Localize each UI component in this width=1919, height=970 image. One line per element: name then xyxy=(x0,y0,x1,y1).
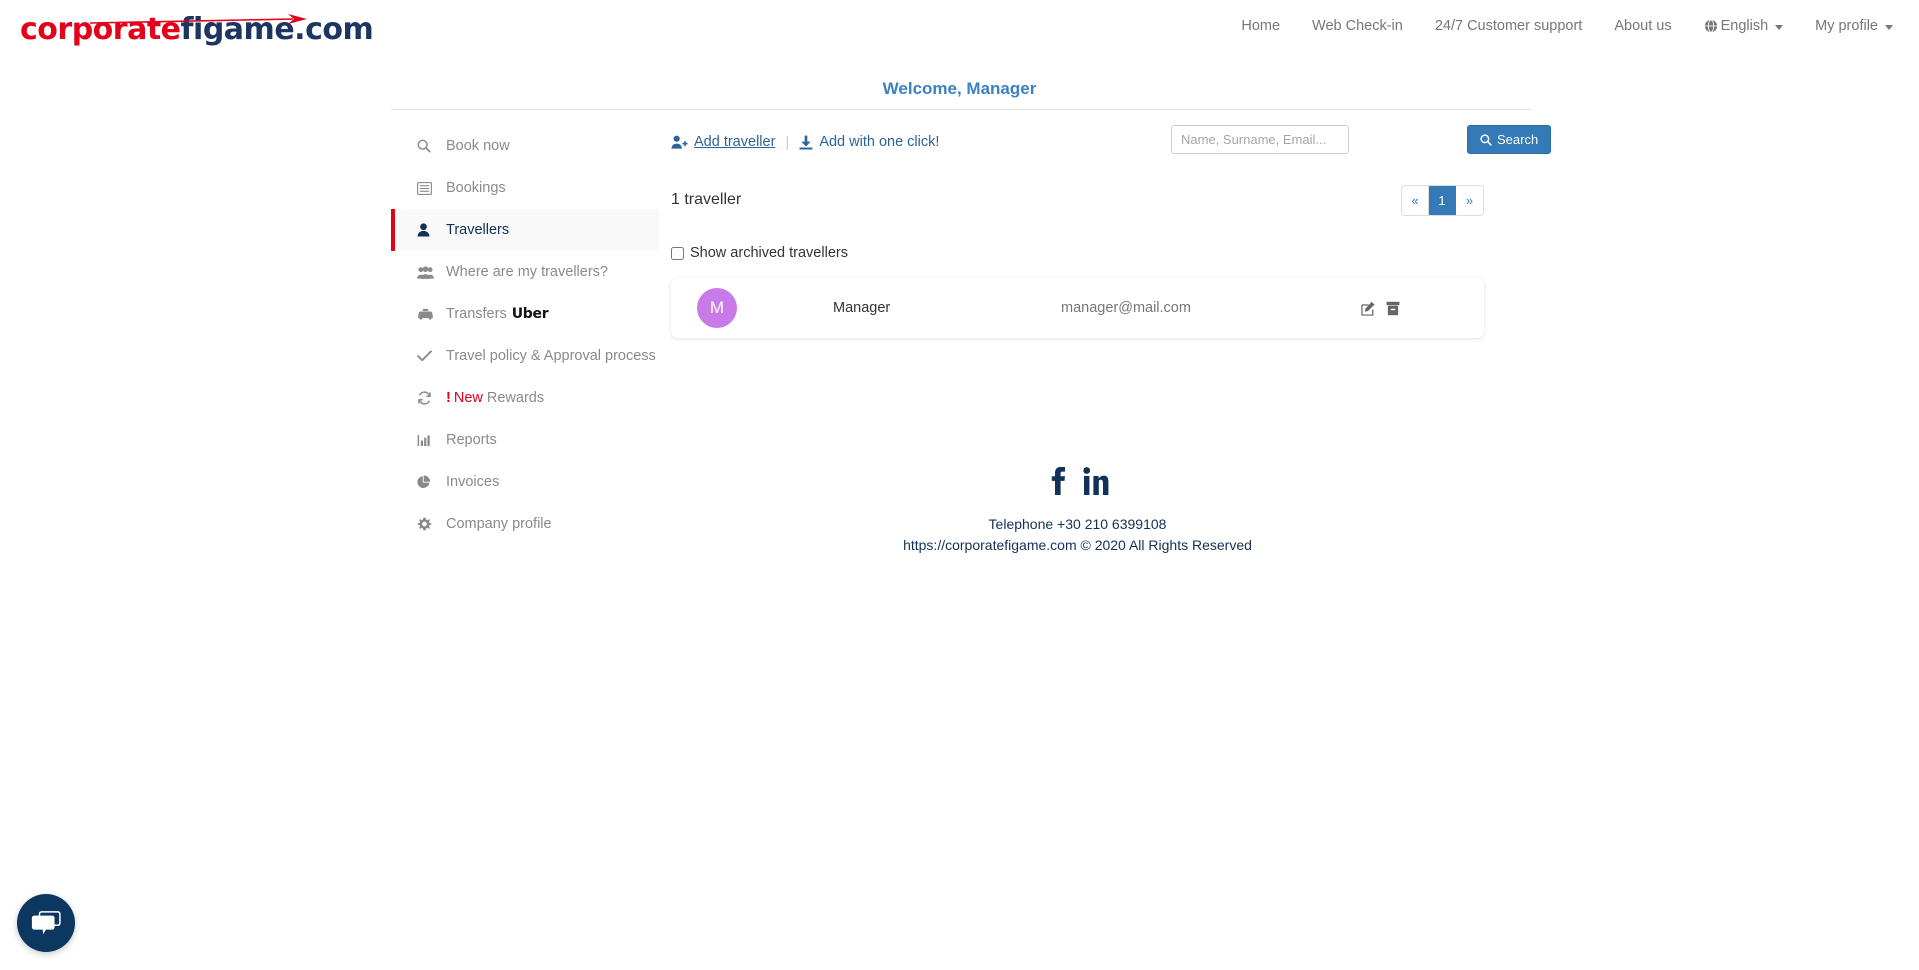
page-body: Book now Bookings Travellers Where are m… xyxy=(0,99,1919,556)
sidebar-item-invoices-label: Invoices xyxy=(446,474,500,490)
nav-item-customer-support[interactable]: 24/7 Customer support xyxy=(1419,16,1599,36)
sidebar-item-travellers-label: Travellers xyxy=(446,222,510,238)
archive-icon[interactable] xyxy=(1386,301,1400,316)
facebook-icon[interactable] xyxy=(1047,466,1067,496)
chat-bubble-icon xyxy=(31,911,61,935)
taxi-icon xyxy=(417,308,437,320)
uber-brand-label: Uber xyxy=(511,306,549,322)
nav-item-home-label: Home xyxy=(1241,18,1281,34)
travellers-toolbar: Add traveller | Add with one click! Sear… xyxy=(671,125,1552,159)
sidebar-item-where-are-my-travellers-label: Where are my travellers? xyxy=(446,264,608,280)
rewards-new-label: New xyxy=(453,390,483,406)
sidebar-item-company-profile-label: Company profile xyxy=(446,516,552,532)
show-archived-travellers-checkbox[interactable] xyxy=(671,246,684,260)
download-icon xyxy=(799,135,813,149)
nav-item-my-profile-label: My profile xyxy=(1815,18,1878,34)
footer-copyright: https://corporatefigame.com © 2020 All R… xyxy=(903,537,1252,553)
pagination: « 1 » xyxy=(1401,184,1484,216)
refresh-icon xyxy=(417,391,437,405)
sidebar-item-travel-policy-label: Travel policy & Approval process xyxy=(446,348,656,364)
users-icon xyxy=(417,265,437,279)
logo-text-part1: corporate xyxy=(20,12,181,47)
user-icon xyxy=(417,223,437,237)
search-button[interactable]: Search xyxy=(1467,125,1552,154)
sidebar-item-travellers[interactable]: Travellers xyxy=(391,209,659,251)
sidebar-item-reports-label: Reports xyxy=(446,432,497,448)
rewards-alert-badge: ! xyxy=(446,390,451,406)
sidebar-item-rewards[interactable]: ! New Rewards xyxy=(391,377,659,419)
main-content: Add traveller | Add with one click! Sear… xyxy=(659,125,1552,556)
footer-telephone: Telephone +30 210 6399108 xyxy=(988,516,1167,532)
add-traveller-link[interactable]: Add traveller xyxy=(671,134,775,150)
page-title: Welcome, Manager xyxy=(882,79,1037,98)
logo-text-part2: figame xyxy=(180,12,295,47)
list-icon xyxy=(417,181,437,195)
table-row[interactable]: M Manager manager@mail.com xyxy=(671,278,1484,338)
nav-item-web-check-in-label: Web Check-in xyxy=(1312,18,1403,34)
sidebar-item-invoices[interactable]: Invoices xyxy=(391,461,659,503)
show-archived-travellers-row[interactable]: Show archived travellers xyxy=(671,245,1484,261)
footer: Telephone +30 210 6399108 https://corpor… xyxy=(671,466,1484,556)
edit-icon[interactable] xyxy=(1361,301,1376,316)
gear-icon xyxy=(417,517,437,532)
site-logo[interactable]: corporatefigame.com xyxy=(20,8,374,52)
traveller-name: Manager xyxy=(833,300,891,316)
sidebar-item-where-are-my-travellers[interactable]: Where are my travellers? xyxy=(391,251,659,293)
search-icon xyxy=(1480,133,1492,146)
show-archived-travellers-label: Show archived travellers xyxy=(690,245,848,261)
row-actions xyxy=(1361,301,1400,316)
chat-widget-button[interactable] xyxy=(17,894,75,952)
add-with-one-click-label: Add with one click! xyxy=(819,134,940,150)
logo-text-part3: .com xyxy=(294,12,374,47)
sidebar-item-travel-policy[interactable]: Travel policy & Approval process xyxy=(391,335,659,377)
check-icon xyxy=(417,350,437,362)
sidebar-item-rewards-label: Rewards xyxy=(486,390,545,406)
search-input[interactable] xyxy=(1171,125,1349,154)
nav-item-home[interactable]: Home xyxy=(1225,16,1296,36)
sidebar-item-bookings[interactable]: Bookings xyxy=(391,167,659,209)
search-area: Search xyxy=(1171,125,1552,154)
globe-icon xyxy=(1704,19,1717,33)
pie-chart-icon xyxy=(417,475,437,489)
sidebar-item-transfers[interactable]: Transfers Uber xyxy=(391,293,659,335)
pagination-prev[interactable]: « xyxy=(1402,185,1429,215)
nav-item-language[interactable]: English xyxy=(1688,16,1800,36)
nav-item-about-us[interactable]: About us xyxy=(1598,16,1687,36)
top-navigation: Home Web Check-in 24/7 Customer support … xyxy=(1225,16,1909,36)
toolbar-separator: | xyxy=(785,133,790,151)
sidebar-item-bookings-label: Bookings xyxy=(446,180,506,196)
chevron-down-icon xyxy=(1775,24,1784,30)
traveller-email: manager@mail.com xyxy=(1061,300,1191,316)
nav-item-about-us-label: About us xyxy=(1614,18,1672,34)
chevron-down-icon xyxy=(1885,24,1893,30)
sidebar-item-company-profile[interactable]: Company profile xyxy=(391,503,659,545)
top-bar: corporatefigame.com Home Web Check-in 24… xyxy=(0,0,1919,62)
count-and-pagination-row: 1 traveller « 1 » xyxy=(671,183,1484,217)
sidebar-item-book-now-label: Book now xyxy=(446,138,510,154)
sidebar-item-reports[interactable]: Reports xyxy=(391,419,659,461)
sidebar: Book now Bookings Travellers Where are m… xyxy=(391,125,659,556)
linkedin-icon[interactable] xyxy=(1082,466,1109,496)
nav-item-web-check-in[interactable]: Web Check-in xyxy=(1296,16,1419,36)
pagination-next[interactable]: » xyxy=(1456,185,1483,215)
search-icon xyxy=(417,139,437,153)
sidebar-item-book-now[interactable]: Book now xyxy=(391,125,659,167)
search-button-label: Search xyxy=(1497,132,1539,147)
nav-item-my-profile[interactable]: My profile xyxy=(1799,16,1909,36)
nav-item-language-label: English xyxy=(1720,18,1769,34)
chart-bar-icon xyxy=(417,434,437,447)
add-with-one-click-link[interactable]: Add with one click! xyxy=(799,134,939,150)
social-links xyxy=(671,466,1484,496)
sidebar-item-transfers-label: Transfers xyxy=(446,306,507,322)
pagination-page-1[interactable]: 1 xyxy=(1429,185,1456,215)
add-user-icon xyxy=(671,135,688,149)
avatar: M xyxy=(697,288,737,328)
nav-item-customer-support-label: 24/7 Customer support xyxy=(1434,18,1583,34)
traveller-count: 1 traveller xyxy=(671,191,742,208)
add-traveller-label: Add traveller xyxy=(694,134,776,150)
